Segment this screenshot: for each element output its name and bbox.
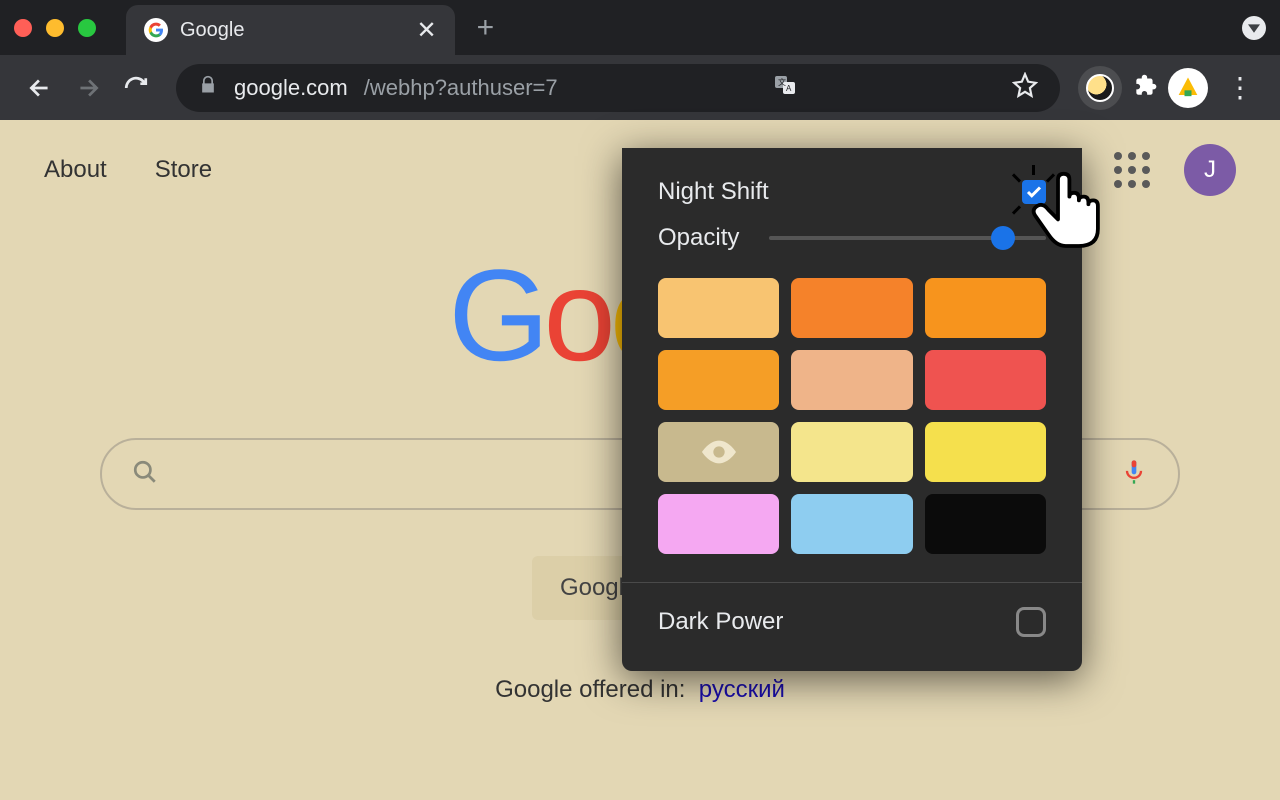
- color-swatch[interactable]: [791, 422, 912, 482]
- color-swatch[interactable]: [925, 278, 1046, 338]
- translate-icon[interactable]: 文A: [773, 73, 797, 103]
- color-swatch[interactable]: [658, 278, 779, 338]
- color-swatch[interactable]: [925, 350, 1046, 410]
- opacity-row: Opacity: [658, 224, 1046, 252]
- new-tab-button[interactable]: +: [477, 11, 495, 45]
- color-swatch[interactable]: [791, 350, 912, 410]
- offered-prefix: Google offered in:: [495, 676, 685, 703]
- browser-toolbar: google.com/webhp?authuser=7 文A ⋮: [0, 55, 1280, 120]
- search-icon: [132, 459, 158, 490]
- offered-language-link[interactable]: русский: [699, 676, 785, 703]
- divider: [622, 582, 1082, 583]
- night-shift-toggle-row: Night Shift: [658, 178, 1046, 206]
- dark-power-row: Dark Power: [658, 607, 1046, 637]
- opacity-slider[interactable]: [769, 236, 1046, 240]
- tab-close-icon[interactable]: ✕: [417, 16, 437, 45]
- dark-power-label: Dark Power: [658, 608, 783, 636]
- color-swatch[interactable]: [791, 278, 912, 338]
- eye-icon: [702, 440, 736, 464]
- store-link[interactable]: Store: [155, 156, 212, 184]
- night-shift-checkbox[interactable]: [1022, 180, 1046, 204]
- forward-button[interactable]: [66, 66, 110, 110]
- titlebar-right: [1242, 16, 1266, 40]
- window-traffic-lights: [14, 19, 96, 37]
- google-apps-icon[interactable]: [1114, 152, 1150, 188]
- color-swatch[interactable]: [658, 494, 779, 554]
- omnibox[interactable]: google.com/webhp?authuser=7 文A: [176, 64, 1060, 112]
- color-swatch[interactable]: [791, 494, 912, 554]
- url-host: google.com: [234, 75, 348, 101]
- dark-power-checkbox[interactable]: [1016, 607, 1046, 637]
- lock-icon: [198, 75, 218, 101]
- url-path: /webhp?authuser=7: [364, 75, 558, 101]
- back-button[interactable]: [18, 66, 62, 110]
- color-swatch[interactable]: [658, 350, 779, 410]
- browser-tab[interactable]: Google ✕: [126, 5, 455, 55]
- extension-icons: ⋮: [1078, 66, 1262, 110]
- svg-text:A: A: [786, 84, 792, 93]
- account-avatar[interactable]: J: [1184, 144, 1236, 196]
- window-fullscreen-button[interactable]: [78, 19, 96, 37]
- account-dropdown-icon[interactable]: [1242, 16, 1266, 40]
- about-link[interactable]: About: [44, 156, 107, 184]
- browser-menu-icon[interactable]: ⋮: [1218, 71, 1262, 104]
- night-shift-extension-icon[interactable]: [1078, 66, 1122, 110]
- color-swatches: [658, 278, 1046, 554]
- bookmark-star-icon[interactable]: [1012, 72, 1038, 104]
- color-swatch[interactable]: [925, 494, 1046, 554]
- voice-search-icon[interactable]: [1120, 458, 1148, 491]
- opacity-label: Opacity: [658, 224, 739, 252]
- profile-avatar-icon[interactable]: [1168, 68, 1208, 108]
- color-swatch[interactable]: [658, 422, 779, 482]
- avatar-initial: J: [1204, 156, 1216, 184]
- night-shift-popup: Night Shift Opacity Dark Power: [622, 148, 1082, 671]
- reload-button[interactable]: [114, 66, 158, 110]
- extensions-puzzle-icon[interactable]: [1132, 72, 1158, 103]
- titlebar: Google ✕ +: [0, 0, 1280, 55]
- window-close-button[interactable]: [14, 19, 32, 37]
- tab-title: Google: [180, 19, 245, 42]
- language-offered: Google offered in: русский: [0, 676, 1280, 704]
- google-favicon: [144, 18, 168, 42]
- night-shift-label: Night Shift: [658, 178, 769, 206]
- color-swatch[interactable]: [925, 422, 1046, 482]
- slider-thumb[interactable]: [991, 226, 1015, 250]
- svg-text:文: 文: [778, 77, 786, 87]
- window-minimize-button[interactable]: [46, 19, 64, 37]
